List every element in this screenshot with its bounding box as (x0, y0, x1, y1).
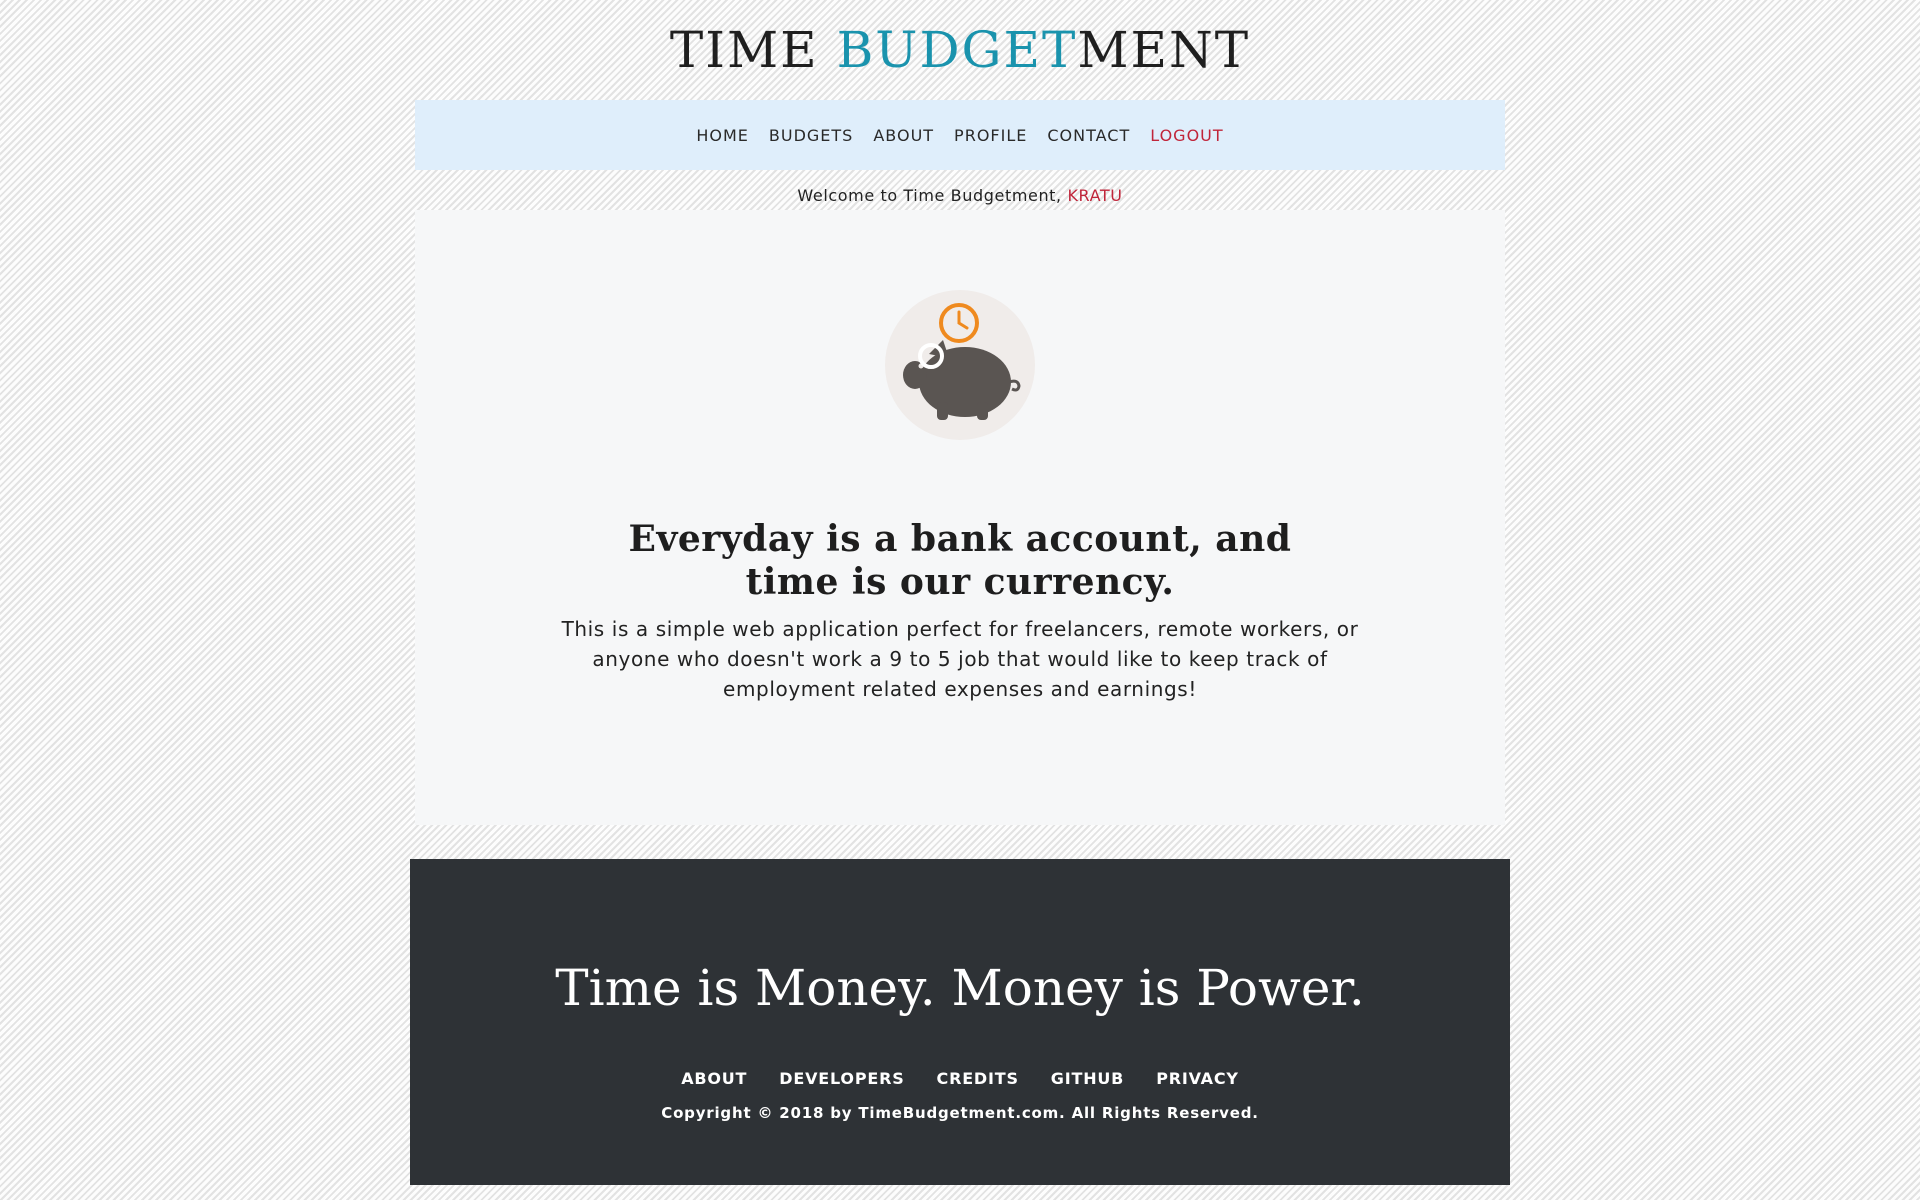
hero-headline: Everyday is a bank account, and time is … (415, 518, 1505, 604)
logo-text-ment: MENT (1077, 21, 1251, 79)
nav-profile[interactable]: PROFILE (954, 126, 1027, 145)
footer-link-about[interactable]: ABOUT (681, 1069, 747, 1088)
nav-budgets[interactable]: BUDGETS (769, 126, 853, 145)
hero-headline-line2: time is our currency. (745, 561, 1175, 603)
footer-link-privacy[interactable]: PRIVACY (1156, 1069, 1239, 1088)
main-nav: HOME BUDGETS ABOUT PROFILE CONTACT LOGOU… (415, 100, 1505, 170)
welcome-username: KRATU (1067, 186, 1123, 205)
site-logo[interactable]: TIME BUDGETMENT (0, 22, 1920, 78)
piggy-bank-clock-icon (885, 290, 1035, 440)
hero-card: Everyday is a bank account, and time is … (415, 210, 1505, 825)
site-footer: Time is Money. Money is Power. ABOUT DEV… (410, 859, 1510, 1185)
nav-home[interactable]: HOME (696, 126, 749, 145)
footer-link-github[interactable]: GITHUB (1051, 1069, 1124, 1088)
logo-text-time: TIME (669, 21, 837, 79)
hero-description: This is a simple web application perfect… (561, 617, 1359, 701)
footer-link-developers[interactable]: DEVELOPERS (779, 1069, 904, 1088)
footer-tagline: Time is Money. Money is Power. (555, 959, 1365, 1017)
nav-logout[interactable]: LOGOUT (1150, 126, 1223, 145)
footer-links: ABOUT DEVELOPERS CREDITS GITHUB PRIVACY (410, 1069, 1510, 1088)
nav-contact[interactable]: CONTACT (1047, 126, 1130, 145)
nav-about[interactable]: ABOUT (873, 126, 934, 145)
logo-text-budget: BUDGET (836, 21, 1078, 79)
footer-link-credits[interactable]: CREDITS (937, 1069, 1019, 1088)
welcome-text: Welcome to Time Budgetment, (797, 186, 1068, 205)
welcome-message: Welcome to Time Budgetment, KRATU (0, 186, 1920, 205)
hero-headline-line1: Everyday is a bank account, and (628, 518, 1292, 560)
copyright-text: Copyright © 2018 by TimeBudgetment.com. … (661, 1104, 1259, 1122)
